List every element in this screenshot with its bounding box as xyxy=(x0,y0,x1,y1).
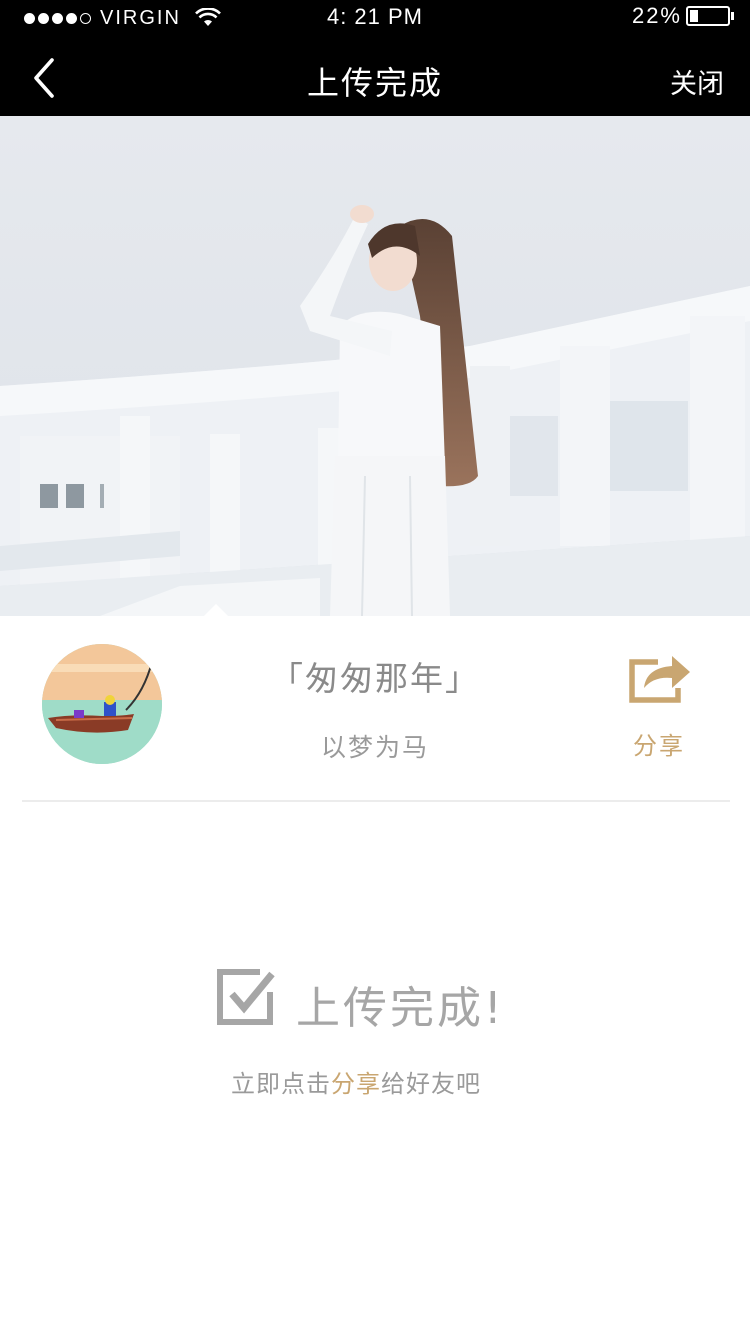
battery-tip xyxy=(731,12,734,20)
photo-pointer xyxy=(204,604,228,616)
share-label: 分享 xyxy=(633,732,685,760)
album-cover-avatar[interactable] xyxy=(42,644,162,764)
boat-illustration xyxy=(42,644,162,764)
back-button[interactable] xyxy=(28,56,64,100)
page-title: 上传完成 xyxy=(306,64,443,102)
album-title: 「匆匆那年」 xyxy=(270,659,480,698)
status-bar: VIRGIN 4: 21 PM 22% xyxy=(0,0,750,40)
uploaded-photo[interactable] xyxy=(0,116,750,616)
status-right: 22% xyxy=(631,3,734,28)
nav-bar: 上传完成 关闭 xyxy=(0,40,750,116)
photo-illustration xyxy=(0,116,750,616)
battery-icon xyxy=(686,6,730,26)
hint-share-link[interactable]: 分享 xyxy=(331,1070,381,1098)
success-hint: 立即点击分享给好友吧 xyxy=(0,1064,712,1099)
close-button[interactable]: 关闭 xyxy=(670,62,724,101)
check-square-icon xyxy=(217,969,275,1025)
battery-fill xyxy=(690,10,698,22)
battery-percent: 22% xyxy=(631,3,682,28)
hint-suffix: 给好友吧 xyxy=(381,1070,481,1098)
album-subtitle: 以梦为马 xyxy=(320,733,429,762)
share-button[interactable]: 分享 xyxy=(618,646,700,766)
share-icon xyxy=(629,656,690,703)
chevron-left-icon xyxy=(34,58,54,98)
success-title: 上传完成! xyxy=(296,983,505,1034)
hint-prefix: 立即点击 xyxy=(231,1070,331,1098)
divider xyxy=(22,800,730,802)
